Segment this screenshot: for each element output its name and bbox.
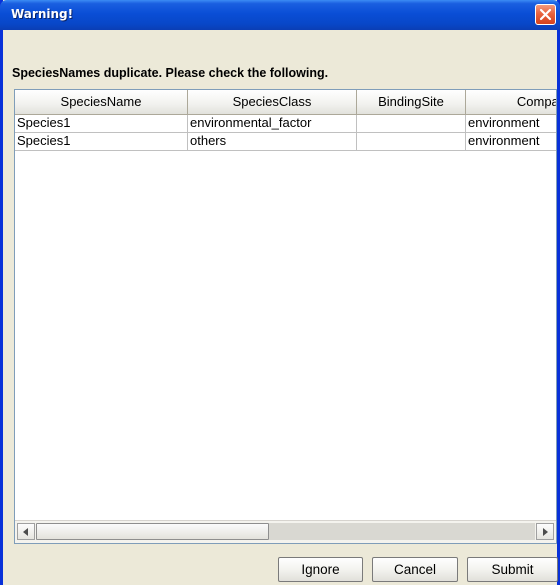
close-x-icon xyxy=(539,8,552,21)
title-bar[interactable]: Warning! xyxy=(0,0,560,30)
close-button[interactable] xyxy=(535,4,556,25)
cell-species-class[interactable]: others xyxy=(188,133,357,151)
duplicates-table[interactable]: SpeciesName SpeciesClass BindingSite Com… xyxy=(14,89,557,544)
cell-compartment[interactable]: environment xyxy=(466,133,556,151)
cell-species-name[interactable]: Species1 xyxy=(15,115,188,133)
scroll-right-button[interactable] xyxy=(536,523,554,540)
submit-button[interactable]: Submit xyxy=(467,557,558,582)
table-row[interactable]: Species1 environmental_factor environmen… xyxy=(15,115,556,133)
cancel-button[interactable]: Cancel xyxy=(372,557,458,582)
cell-species-name[interactable]: Species1 xyxy=(15,133,188,151)
cell-species-class[interactable]: environmental_factor xyxy=(188,115,357,133)
table-body: Species1 environmental_factor environmen… xyxy=(15,115,556,151)
table-header: SpeciesName SpeciesClass BindingSite Com… xyxy=(15,90,556,115)
cell-binding-site[interactable] xyxy=(357,133,466,151)
warning-dialog: Warning! SpeciesNames duplicate. Please … xyxy=(0,0,560,585)
scroll-track[interactable] xyxy=(269,523,535,540)
window-title: Warning! xyxy=(11,7,74,21)
ignore-button[interactable]: Ignore xyxy=(278,557,363,582)
cell-compartment[interactable]: environment xyxy=(466,115,556,133)
horizontal-scrollbar[interactable] xyxy=(15,520,556,543)
table-row[interactable]: Species1 others environment xyxy=(15,133,556,151)
scroll-left-button[interactable] xyxy=(17,523,35,540)
arrow-right-icon xyxy=(543,528,548,536)
column-header-species-name[interactable]: SpeciesName xyxy=(15,90,188,115)
warning-message: SpeciesNames duplicate. Please check the… xyxy=(12,66,329,80)
column-header-compartment[interactable]: Compar xyxy=(466,90,556,115)
scroll-thumb[interactable] xyxy=(36,523,269,540)
column-header-binding-site[interactable]: BindingSite xyxy=(357,90,466,115)
arrow-left-icon xyxy=(23,528,28,536)
column-header-species-class[interactable]: SpeciesClass xyxy=(188,90,357,115)
cell-binding-site[interactable] xyxy=(357,115,466,133)
